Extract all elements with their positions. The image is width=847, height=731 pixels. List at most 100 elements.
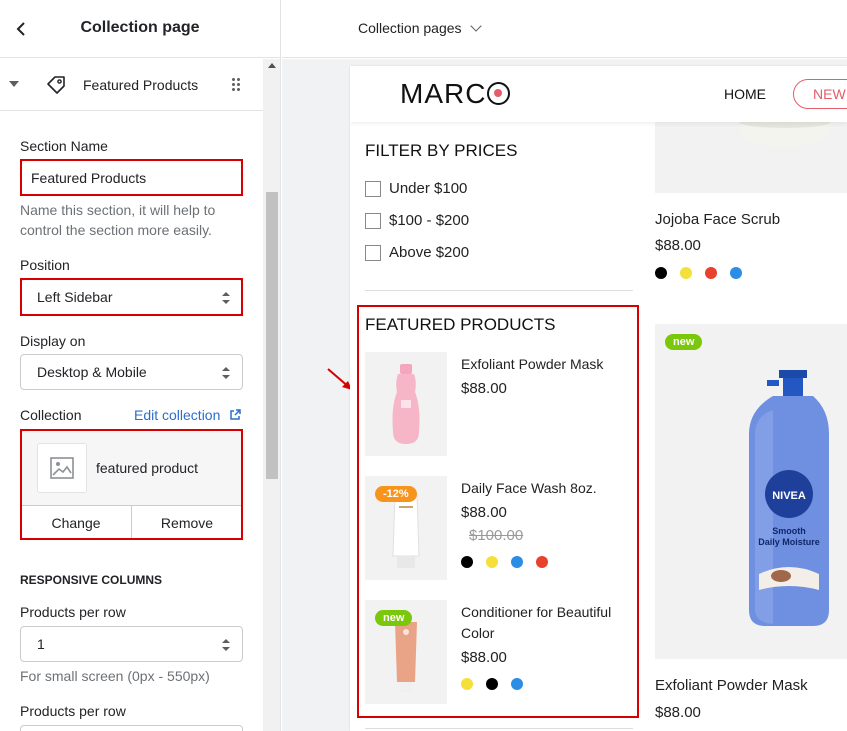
products-per-row-help: For small screen (0px - 550px) [20,668,210,684]
featured-product-item[interactable]: -12% Daily Face Wash 8oz. $88.00 $100.00 [365,476,625,580]
checkbox[interactable] [365,180,381,197]
remove-collection-button[interactable]: Remove [132,506,242,539]
checkbox[interactable] [365,244,381,261]
product-price: $88.00 [655,237,701,254]
swatch-red[interactable] [705,267,717,279]
position-label: Position [20,257,70,273]
divider [365,290,633,291]
page-type-label: Collection pages [358,20,462,36]
collection-thumbnail [37,443,87,493]
swatch-blue[interactable] [511,678,523,690]
product-name[interactable]: Exfoliant Powder Mask [655,677,808,694]
product-price: $88.00 [461,380,507,397]
product-image[interactable]: -12% [365,476,447,580]
swatch-black[interactable] [461,556,473,568]
divider [365,728,633,729]
caret-down-icon[interactable] [9,81,19,87]
section-header-featured-products[interactable]: Featured Products [0,59,263,111]
swatch-blue[interactable] [511,556,523,568]
scroll-up-icon[interactable] [268,63,276,68]
filter-option-100-200[interactable]: $100 - $200 [365,212,469,229]
display-on-value: Desktop & Mobile [37,364,147,380]
theme-editor-sidebar: Collection page Featured Products Sectio… [0,0,281,731]
product-name[interactable]: Daily Face Wash 8oz. [461,478,626,499]
select-arrows-icon [222,367,230,379]
new-badge: new [665,334,703,350]
sidebar-scrollbar[interactable] [263,59,280,731]
display-on-select[interactable]: Desktop & Mobile [20,354,243,390]
swatch-black[interactable] [655,267,667,279]
product-image[interactable]: new [365,600,447,704]
filter-option-above-200[interactable]: Above $200 [365,244,469,261]
new-badge: new [375,610,413,626]
preview-topbar: Collection pages [282,0,847,58]
collection-actions: Change Remove [21,505,242,539]
swatch-red[interactable] [536,556,548,568]
logo-o-mark [487,82,511,105]
bottle-brand-text: NIVEA [772,490,806,502]
products-per-row-label: Products per row [20,604,126,620]
featured-product-item[interactable]: new Conditioner for Beautiful Color $88.… [365,600,625,704]
editor-title: Collection page [80,19,200,36]
tag-icon [47,76,65,94]
swatch-yellow[interactable] [486,556,498,568]
section-label: Featured Products [83,77,199,93]
product-name[interactable]: Exfoliant Powder Mask [461,354,626,375]
product-name[interactable]: Jojoba Face Scrub [655,211,780,228]
position-select[interactable]: Left Sidebar [20,279,243,315]
products-per-row-label-2: Products per row [20,703,126,719]
featured-products-title: FEATURED PRODUCTS [365,315,556,334]
swatch-yellow[interactable] [680,267,692,279]
bottle-line-2: Daily Moisture [758,537,820,547]
collection-name: featured product [96,460,198,476]
products-per-row-select[interactable]: 1 [20,626,243,662]
color-swatches [461,678,536,690]
product-image[interactable] [365,352,447,456]
section-name-help: Name this section, it will help to contr… [20,202,216,238]
products-per-row-value: 1 [37,636,45,652]
filter-title: FILTER BY PRICES [365,141,518,160]
responsive-columns-heading: RESPONSIVE COLUMNS [20,573,163,587]
image-placeholder-icon [50,457,74,479]
section-name-label: Section Name [20,138,108,154]
product-price: $88.00 [461,504,507,521]
discount-badge: -12% [375,486,417,502]
select-arrows-icon [222,639,230,651]
editor-header: Collection page [0,0,280,58]
display-on-label: Display on [20,333,86,349]
swatch-blue[interactable] [730,267,742,279]
section-name-input[interactable]: Featured Products [20,160,243,196]
product-image[interactable]: NIVEA Smooth Daily Moisture new [655,324,847,659]
store-logo[interactable]: MARC [400,78,511,110]
select-arrows-icon [222,292,230,304]
featured-product-item[interactable]: Exfoliant Powder Mask $88.00 [365,352,625,456]
pink-bottle-image [392,364,420,444]
product-price: $88.00 [655,704,701,721]
swatch-yellow[interactable] [461,678,473,690]
position-value: Left Sidebar [37,289,113,305]
product-name[interactable]: Conditioner for Beautiful Color [461,602,626,644]
collection-card: featured product Change Remove [20,430,243,540]
color-swatches [461,556,561,568]
external-link-icon[interactable] [229,409,241,421]
storefront-preview: MARC HOME NEW FILTER BY PRICES Under $10… [350,66,847,731]
page-type-selector[interactable]: Collection pages [358,20,482,36]
nav-home[interactable]: HOME [724,86,766,102]
chevron-down-icon [469,20,482,32]
drag-handle-icon[interactable] [232,78,242,92]
bottle-line-1: Smooth [772,526,806,536]
store-header: MARC HOME NEW [350,66,847,122]
collection-label: Collection [20,407,82,423]
filter-option-under-100[interactable]: Under $100 [365,180,467,197]
color-swatches [655,267,755,279]
scrollbar-thumb[interactable] [266,192,278,479]
product-price: $88.00 [461,649,507,666]
nav-new[interactable]: NEW [793,79,847,109]
products-per-row-select-2[interactable] [20,725,243,731]
nivea-bottle-image: NIVEA Smooth Daily Moisture [749,370,829,626]
swatch-black[interactable] [486,678,498,690]
edit-collection-link[interactable]: Edit collection [134,407,220,423]
checkbox[interactable] [365,212,381,229]
change-collection-button[interactable]: Change [21,506,132,539]
product-old-price: $100.00 [469,527,524,544]
